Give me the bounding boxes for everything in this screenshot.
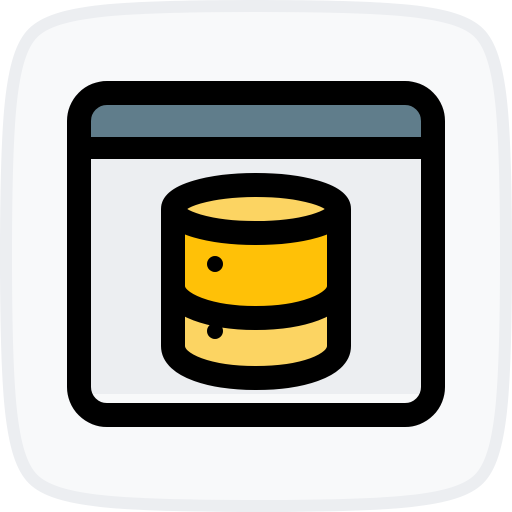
database-window-icon (0, 0, 512, 512)
database-lower-indicator-dot (207, 323, 223, 339)
database-upper-indicator-dot (207, 256, 223, 272)
